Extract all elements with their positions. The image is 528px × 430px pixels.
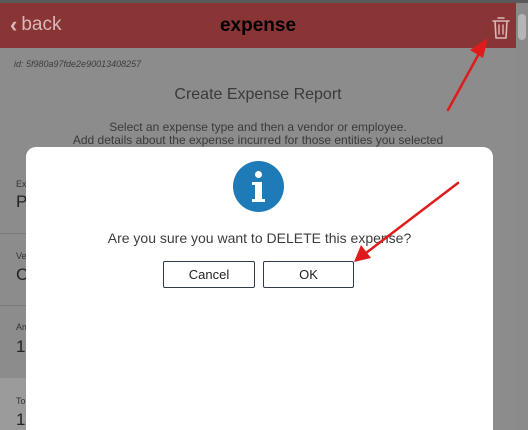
field-label-total: To — [16, 396, 26, 406]
field-value-amount[interactable]: 1 — [16, 337, 25, 357]
field-divider — [0, 305, 26, 306]
form-description: Select an expense type and then a vendor… — [0, 121, 516, 147]
field-divider — [0, 233, 26, 234]
info-icon-base — [252, 199, 265, 202]
description-line-2: Add details about the expense incurred f… — [72, 133, 444, 147]
trash-icon[interactable] — [491, 16, 511, 40]
confirm-message: Are you sure you want to DELETE this exp… — [107, 230, 412, 246]
cancel-button[interactable]: Cancel — [163, 261, 255, 288]
info-icon — [233, 161, 284, 212]
page-title: expense — [219, 15, 297, 36]
form-heading: Create Expense Report — [174, 86, 342, 103]
field-label-vendor: Ve — [16, 251, 27, 261]
app-header: ‹ back expense — [0, 3, 516, 48]
scrollbar-thumb[interactable] — [518, 14, 526, 40]
ok-button[interactable]: OK — [263, 261, 354, 288]
info-icon-dot — [255, 171, 262, 178]
scrollbar[interactable] — [516, 3, 528, 430]
record-id: id: 5f980a97fde2e90013408257 — [14, 59, 142, 69]
field-label-expense-type: Ex — [16, 179, 27, 189]
field-value-total: 1 — [16, 410, 26, 429]
